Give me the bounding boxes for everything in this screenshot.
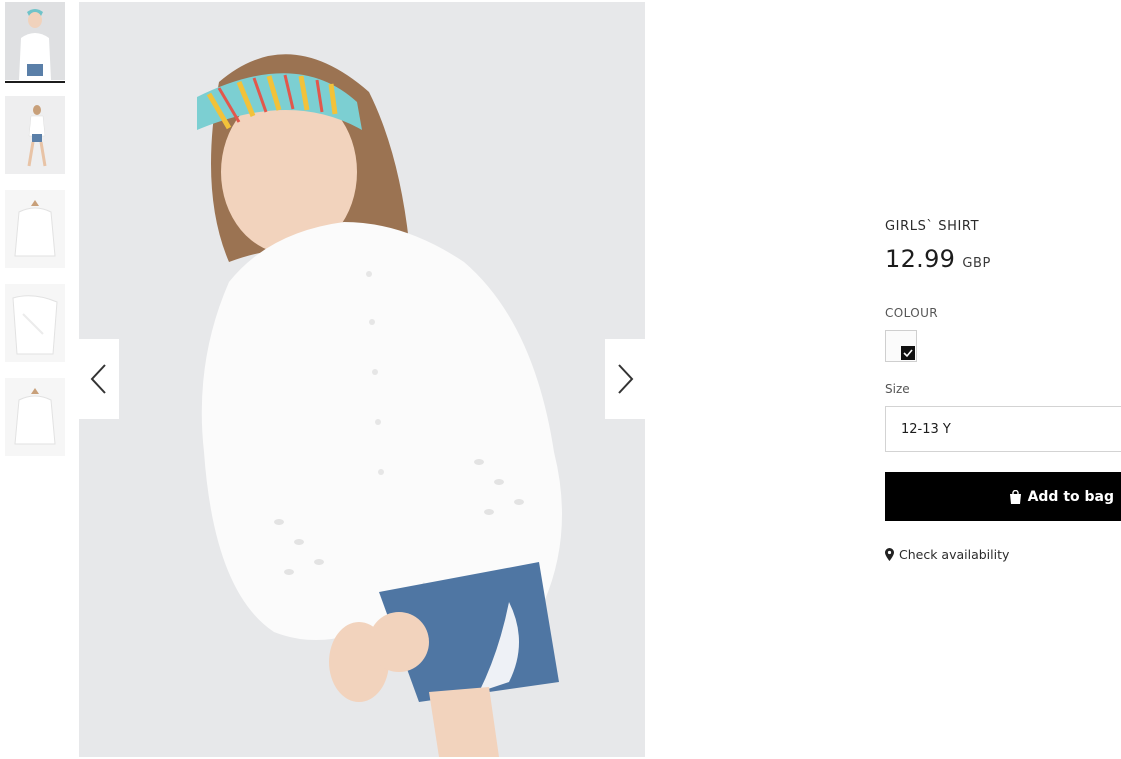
chevron-right-icon: [618, 364, 634, 394]
add-to-bag-label: Add to bag: [1027, 488, 1114, 505]
size-label: Size: [885, 382, 910, 396]
thumbnail-1[interactable]: [5, 2, 65, 80]
price-value: 12.99: [885, 245, 956, 273]
shopping-bag-icon: [1009, 489, 1022, 504]
location-pin-icon: [885, 548, 894, 561]
thumbnail-2[interactable]: [5, 96, 65, 174]
thumbnail-image: [5, 96, 65, 174]
thumbnail-5[interactable]: [5, 378, 65, 456]
thumbnail-4[interactable]: [5, 284, 65, 362]
colour-label: COLOUR: [885, 306, 939, 320]
next-image-button[interactable]: [605, 339, 645, 419]
thumbnail-image: [5, 284, 65, 362]
main-product-image: [79, 2, 645, 757]
thumbnail-image: [5, 190, 65, 268]
previous-image-button[interactable]: [79, 339, 119, 419]
checkmark-icon: [901, 346, 915, 360]
chevron-left-icon: [90, 364, 106, 394]
thumbnail-3[interactable]: [5, 190, 65, 268]
check-availability-label: Check availability: [899, 547, 1010, 562]
thumbnail-active-indicator: [5, 81, 65, 83]
thumbnail-image: [5, 378, 65, 456]
product-title: GIRLS` SHIRT: [885, 219, 980, 234]
product-photo: [79, 2, 645, 757]
price-currency: GBP: [962, 256, 991, 271]
product-price: 12.99 GBP: [885, 245, 991, 273]
thumbnail-image: [5, 2, 65, 80]
colour-swatch-white[interactable]: [885, 330, 917, 362]
size-select-value: 12-13 Y: [901, 421, 951, 437]
add-to-bag-button[interactable]: Add to bag: [885, 472, 1121, 521]
size-select[interactable]: 12-13 Y: [885, 406, 1121, 452]
check-availability-link[interactable]: Check availability: [885, 547, 1009, 562]
